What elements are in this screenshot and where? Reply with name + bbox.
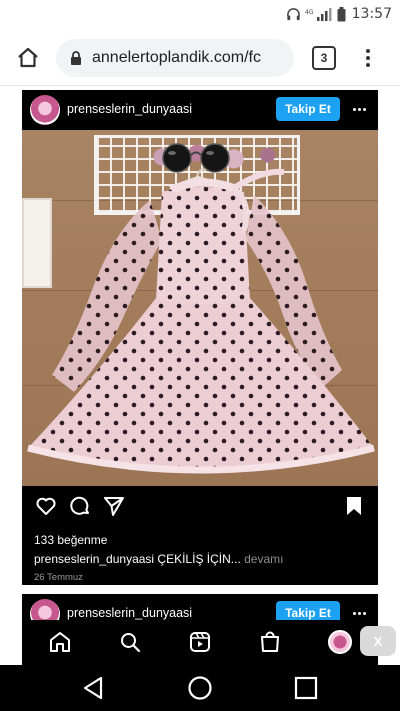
polka-dot-dress <box>27 168 375 474</box>
address-bar[interactable]: annelertoplandik.com/fc <box>56 39 294 77</box>
bookmark-icon[interactable] <box>342 494 366 518</box>
post-actions <box>22 486 378 526</box>
more-vert-icon <box>366 49 370 53</box>
post-header: prenseslerin_dunyaasi Takip Et <box>22 90 378 130</box>
screen: { "status_bar": { "time": "13:57" }, "br… <box>0 0 400 711</box>
profile-avatar[interactable] <box>328 630 352 654</box>
close-overlay-button[interactable]: X <box>360 626 396 656</box>
more-horiz-icon <box>352 611 356 615</box>
post-image[interactable] <box>22 130 378 486</box>
post-caption: prenseslerin_dunyaasi ÇEKİLİŞ İÇİN... de… <box>34 552 370 566</box>
post-username-next[interactable]: prenseslerin_dunyaasi <box>67 606 192 620</box>
tab-switcher-button[interactable]: 3 <box>312 46 336 70</box>
status-bar: 4G 13:57 <box>0 0 400 30</box>
home-circle-icon[interactable] <box>186 674 214 702</box>
avatar[interactable] <box>30 95 60 125</box>
status-time: 13:57 <box>351 6 392 22</box>
home-button[interactable] <box>12 42 44 74</box>
home-icon <box>18 47 38 68</box>
shop-icon[interactable] <box>258 630 282 654</box>
comment-icon[interactable] <box>68 494 92 518</box>
lock-icon <box>71 51 81 65</box>
system-navigation-bar <box>0 665 400 711</box>
caption-username[interactable]: prenseslerin_dunyaasi <box>34 552 154 566</box>
like-count[interactable]: 133 beğenme <box>34 533 107 547</box>
recents-square-icon[interactable] <box>292 674 320 702</box>
heart-icon[interactable] <box>34 494 58 518</box>
headset-icon <box>286 7 300 20</box>
svg-text:4G: 4G <box>305 9 314 16</box>
battery-icon <box>337 6 346 21</box>
browser-toolbar: annelertoplandik.com/fc 3 <box>0 30 400 86</box>
caption-more-link[interactable]: devamı <box>244 552 283 566</box>
browser-menu-button[interactable] <box>358 44 378 72</box>
instagram-bottom-nav <box>22 620 378 664</box>
caption-text: ÇEKİLİŞ İÇİN... <box>157 552 241 566</box>
instagram-post: prenseslerin_dunyaasi Takip Et 133 beğen… <box>22 90 378 585</box>
follow-button[interactable]: Takip Et <box>276 97 340 121</box>
signal-4g-icon: 4G <box>305 7 332 21</box>
home-icon[interactable] <box>48 630 72 654</box>
web-content: prenseslerin_dunyaasi Takip Et 133 beğen… <box>0 87 400 665</box>
search-icon[interactable] <box>118 630 142 654</box>
url-text: annelertoplandik.com/fc <box>92 49 261 66</box>
back-triangle-icon[interactable] <box>80 674 108 702</box>
post-username[interactable]: prenseslerin_dunyaasi <box>67 102 192 116</box>
post-options-button[interactable] <box>348 98 370 120</box>
status-icons: 4G 13:57 <box>286 6 392 22</box>
send-icon[interactable] <box>102 494 126 518</box>
post-date: 26 Temmuz <box>34 572 83 583</box>
more-horiz-icon <box>352 107 356 111</box>
reels-icon[interactable] <box>188 630 212 654</box>
